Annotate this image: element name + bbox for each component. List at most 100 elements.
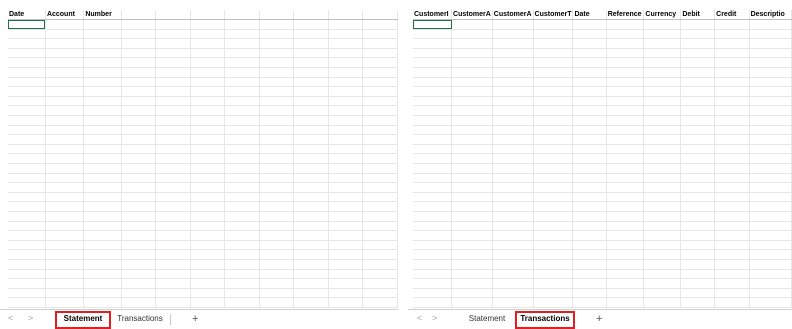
grid-cell[interactable] [224,269,260,280]
grid-cell[interactable] [45,134,85,145]
grid-cell[interactable] [680,38,716,49]
grid-cell[interactable] [83,19,122,30]
grid-cell[interactable] [121,192,157,203]
grid-cell[interactable] [190,163,226,174]
grid-cell[interactable] [643,221,682,232]
grid-cell[interactable] [413,259,453,270]
grid-cell[interactable] [413,288,453,299]
grid-cell[interactable] [680,67,716,78]
grid-cell[interactable] [606,144,645,155]
grid-cell[interactable] [572,86,607,97]
grid-cell[interactable] [451,153,493,164]
grid-cell[interactable] [259,230,295,241]
grid-cell[interactable] [293,38,329,49]
grid-cell[interactable] [749,240,792,251]
grid-cell[interactable] [83,288,122,299]
grid-cell[interactable] [572,288,607,299]
grid-cell[interactable] [83,153,122,164]
grid-cell[interactable] [121,115,157,126]
grid-cell[interactable] [83,230,122,241]
grid-cell[interactable] [572,125,607,136]
grid-cell[interactable] [328,29,364,40]
grid-cell[interactable] [606,163,645,174]
grid-cell[interactable] [328,278,364,289]
grid-cell[interactable] [328,288,364,299]
grid-cell[interactable] [362,29,398,40]
grid-cell[interactable] [121,221,157,232]
grid-cell[interactable] [413,153,453,164]
grid-cell[interactable] [492,125,534,136]
grid-cell[interactable] [362,192,398,203]
grid-cell[interactable] [190,29,226,40]
grid-cell[interactable] [572,163,607,174]
grid-cell[interactable] [749,182,792,193]
grid-cell[interactable] [45,249,85,260]
grid-cell[interactable] [680,96,716,107]
grid-cell[interactable] [413,125,453,136]
grid-cell[interactable] [533,115,574,126]
grid-cell[interactable] [155,278,191,289]
grid-cell[interactable] [190,269,226,280]
grid-cell[interactable] [533,259,574,270]
grid-cell[interactable] [8,144,46,155]
grid-cell[interactable] [606,86,645,97]
grid-cell[interactable] [413,105,453,117]
grid-cell[interactable] [533,192,574,203]
grid-cell[interactable] [643,29,682,40]
grid-cell[interactable] [328,173,364,184]
grid-cell[interactable] [492,249,534,260]
grid-cell[interactable] [45,115,85,126]
grid-cell[interactable] [643,173,682,184]
grid-cell[interactable] [533,297,574,308]
grid-cell[interactable] [533,288,574,299]
grid-cell[interactable] [533,38,574,49]
grid-cell[interactable] [155,19,191,30]
grid-cell[interactable] [572,19,607,30]
grid-cell[interactable] [714,77,750,88]
grid-cell[interactable] [680,86,716,97]
grid-cell[interactable] [451,144,493,155]
grid-cell[interactable] [224,134,260,145]
grid-cell[interactable] [714,182,750,193]
grid-cell[interactable] [680,249,716,260]
grid-cell[interactable] [413,115,453,126]
grid-cell[interactable] [413,297,453,308]
grid-cell[interactable] [190,115,226,126]
grid-cell[interactable] [259,134,295,145]
grid-cell[interactable] [121,163,157,174]
grid-cell[interactable] [492,163,534,174]
grid-cell[interactable] [83,269,122,280]
grid-cell[interactable] [606,125,645,136]
grid-cell[interactable] [714,269,750,280]
grid-cell[interactable] [328,240,364,251]
grid-cell[interactable] [224,19,260,30]
grid-cell[interactable] [680,230,716,241]
column-header-cell[interactable] [259,10,295,21]
grid-cell[interactable] [749,29,792,40]
grid-cell[interactable] [45,29,85,40]
grid-cell[interactable] [83,192,122,203]
grid-cell[interactable] [714,105,750,117]
grid-cell[interactable] [155,134,191,145]
grid-cell[interactable] [492,153,534,164]
grid-cell[interactable] [749,221,792,232]
grid-cell[interactable] [680,278,716,289]
grid-cell[interactable] [259,278,295,289]
grid-cell[interactable] [680,125,716,136]
grid-cell[interactable] [259,19,295,30]
grid-cell[interactable] [643,153,682,164]
column-header-cell[interactable]: Reference [606,10,645,21]
grid-cell[interactable] [413,249,453,260]
grid-cell[interactable] [8,105,46,117]
grid-cell[interactable] [451,57,493,69]
grid-cell[interactable] [680,153,716,164]
grid-cell[interactable] [413,173,453,184]
grid-cell[interactable] [293,192,329,203]
column-header-cell[interactable]: Account [45,10,85,21]
grid-cell[interactable] [362,211,398,222]
grid-cell[interactable] [362,19,398,30]
grid-cell[interactable] [8,77,46,88]
grid-cell[interactable] [328,67,364,78]
grid-cell[interactable] [328,115,364,126]
grid-cell[interactable] [606,77,645,88]
